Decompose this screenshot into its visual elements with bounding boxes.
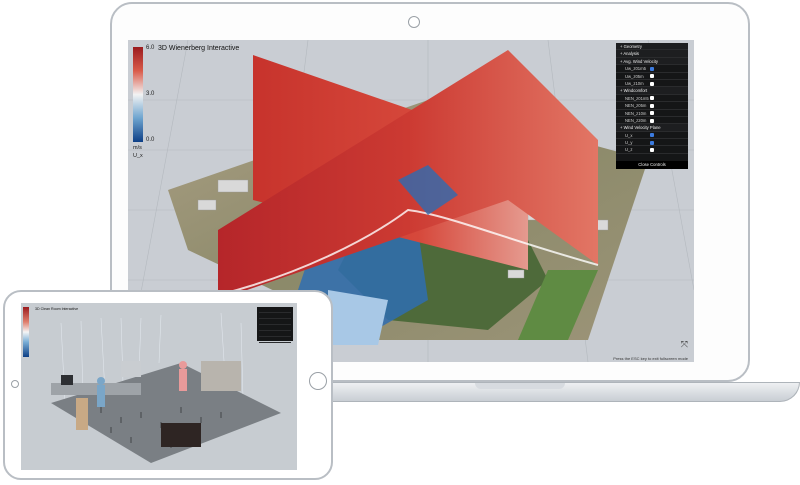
tablet-panel-row[interactable]	[259, 326, 291, 331]
equipment-1	[61, 375, 73, 385]
checkbox-uw-z05m[interactable]	[650, 74, 654, 79]
shelf-stack	[76, 398, 88, 430]
tablet-panel-row[interactable]	[259, 332, 291, 337]
tablet-screen: 3D Clean Room Interactive	[21, 303, 297, 470]
fullscreen-exit-icon[interactable]: ⤧	[681, 339, 688, 350]
option-u-y[interactable]: U_y	[616, 139, 688, 147]
tablet-home-button[interactable]	[309, 372, 327, 390]
option-uw-z10m[interactable]: Uw_z10m	[616, 80, 688, 88]
section-windcomfort[interactable]: + Windcomfort	[616, 87, 688, 95]
laptop-camera	[408, 16, 420, 28]
checkbox-nen-z01m5[interactable]	[650, 96, 654, 101]
colorbar	[133, 47, 143, 142]
colorbar-min-label: 0.0	[146, 137, 155, 143]
section-analysis[interactable]: + Analysis	[616, 50, 688, 58]
checkbox-u-z[interactable]	[650, 148, 654, 153]
colorbar-max-label: 6.0	[146, 45, 155, 51]
option-nen-z20m[interactable]: NEN_z20m	[616, 117, 688, 125]
section-wind-velocity-plane[interactable]: + Wind Velocity Plane	[616, 124, 688, 132]
checkbox-nen-z10m[interactable]	[650, 111, 654, 116]
clean-room-scene[interactable]	[21, 303, 297, 470]
checkbox-nen-z20m[interactable]	[650, 118, 654, 123]
option-u-x[interactable]: U_x	[616, 132, 688, 140]
option-nen-z05m[interactable]: NEN_z05m	[616, 102, 688, 110]
app-title: 3D Wienerberg Interactive	[158, 45, 240, 52]
option-nen-z01m5[interactable]: NEN_z01m5	[616, 95, 688, 103]
person-pink	[179, 361, 187, 391]
colorbar-units: m/s	[133, 145, 142, 151]
section-geometry[interactable]: + Geometry	[616, 43, 688, 51]
tablet-colorbar	[23, 307, 29, 357]
checkbox-nen-z05m[interactable]	[650, 103, 654, 108]
section-avg-wind-velocity[interactable]: + Avg. Wind Velocity	[616, 57, 688, 66]
option-uw-z05m[interactable]: Uw_z05m	[616, 73, 688, 80]
colorbar-variable: U_x	[133, 153, 143, 159]
control-panel: + Geometry + Analysis + Avg. Wind Veloci…	[616, 43, 688, 169]
laptop-notch	[475, 383, 565, 389]
checkbox-u-x[interactable]	[650, 133, 654, 138]
option-nen-z10m[interactable]: NEN_z10m	[616, 110, 688, 117]
tablet-control-panel[interactable]	[257, 307, 293, 343]
checkbox-uw-z01m5[interactable]	[650, 66, 654, 71]
equipment-2	[121, 361, 141, 377]
tablet-panel-row[interactable]	[259, 308, 291, 313]
tablet-panel-row[interactable]	[259, 338, 291, 343]
close-controls-button[interactable]: Close Controls	[616, 161, 688, 169]
checkbox-u-y[interactable]	[650, 140, 654, 145]
option-u-z[interactable]: U_z	[616, 146, 688, 154]
checkbox-uw-z10m[interactable]	[650, 81, 654, 86]
tablet-camera	[11, 380, 19, 388]
colorbar-mid-label: 3.0	[146, 91, 155, 97]
tablet-app-title: 3D Clean Room Interactive	[35, 307, 79, 311]
cabinet-right	[201, 361, 241, 391]
tablet-panel-row[interactable]	[259, 314, 291, 319]
person-blue	[97, 377, 105, 407]
fullscreen-hint: Press the ESC key to exit fullscreen mod…	[613, 356, 688, 361]
counter-block	[161, 423, 201, 447]
option-uw-z01m5[interactable]: Uw_z01m5	[616, 65, 688, 73]
tablet-panel-row[interactable]	[259, 320, 291, 325]
